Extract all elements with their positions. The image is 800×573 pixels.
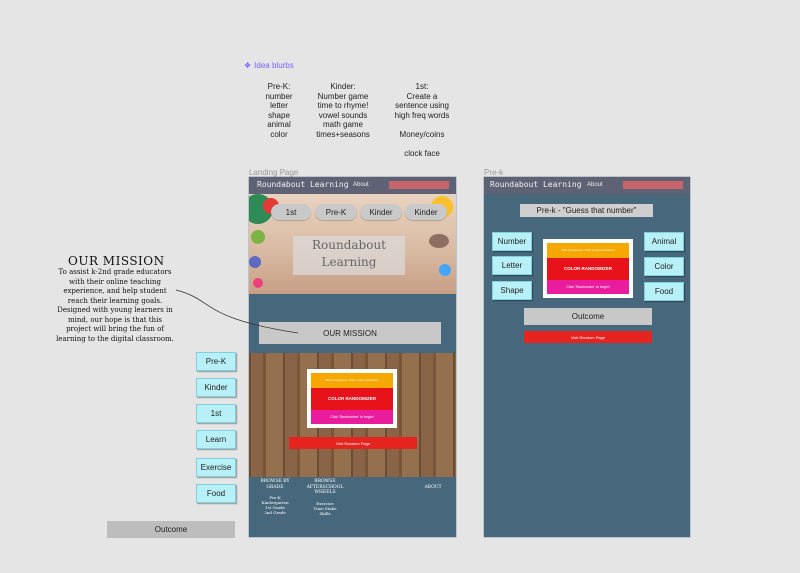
prek-page-title: Pre-k - "Guess that number" <box>520 204 653 217</box>
prek-randomizer-top: Pick a sentence / Pick a color and liste… <box>547 243 629 258</box>
prek-color-randomizer-card[interactable]: Pick a sentence / Pick a color and liste… <box>543 239 633 298</box>
side-button-kinder[interactable]: Kinder <box>196 378 236 397</box>
prek-shape-button[interactable]: Shape <box>492 281 532 300</box>
prek-color-button[interactable]: Color <box>644 257 684 276</box>
prek-nav-about[interactable]: About <box>587 182 603 188</box>
prek-randomizer-bottom: Click 'Randomizer' to begin! <box>547 280 629 294</box>
prek-visit-random-page-button[interactable]: Visit Random Page <box>524 331 652 343</box>
prek-food-button[interactable]: Food <box>644 282 684 301</box>
prek-navbar: Roundabout Learning About <box>484 177 690 194</box>
prek-letter-button[interactable]: Letter <box>492 256 532 275</box>
prek-randomizer-middle: COLOR RANDOMIZER <box>547 258 629 280</box>
side-button-prek[interactable]: Pre-K <box>196 352 236 371</box>
outcome-box[interactable]: Outcome <box>107 521 235 538</box>
side-button-exercise[interactable]: Exercise <box>196 458 236 477</box>
prek-outcome-box[interactable]: Outcome <box>524 308 652 325</box>
side-button-1st[interactable]: 1st <box>196 404 236 423</box>
prek-frame: Roundabout Learning About Pre-k - "Guess… <box>484 177 690 537</box>
prek-number-button[interactable]: Number <box>492 232 532 251</box>
side-button-food[interactable]: Food <box>196 484 236 503</box>
prek-frame-label[interactable]: Pre-k <box>484 168 503 177</box>
side-button-learn[interactable]: Learn <box>196 430 236 449</box>
prek-animal-button[interactable]: Animal <box>644 232 684 251</box>
prek-nav-search[interactable] <box>623 181 683 189</box>
prek-nav-title[interactable]: Roundabout Learning <box>490 180 582 189</box>
